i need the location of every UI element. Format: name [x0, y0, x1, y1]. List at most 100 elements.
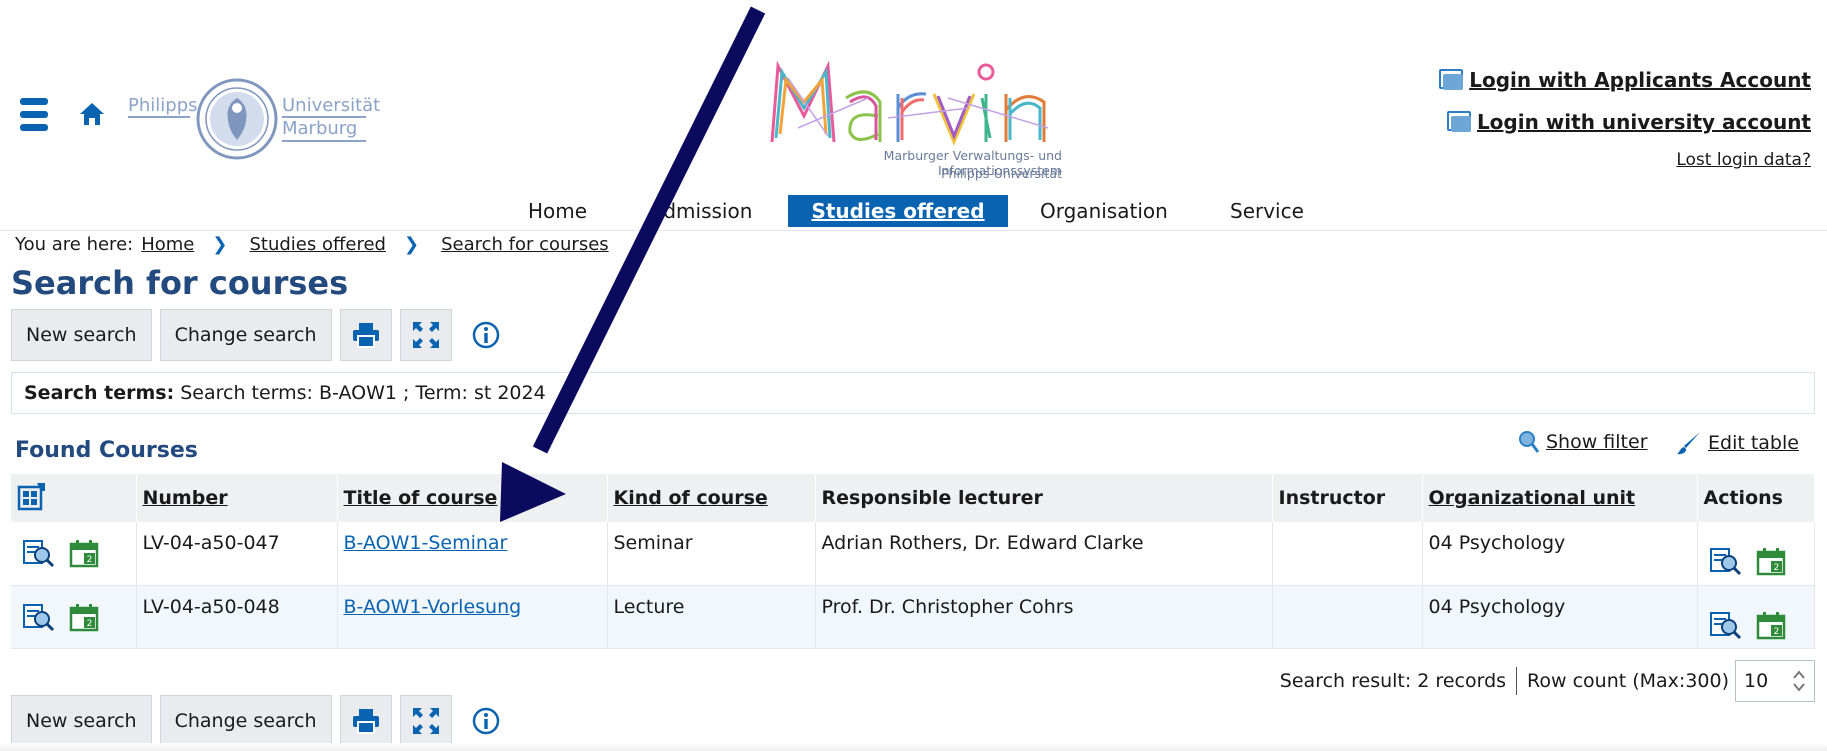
column-selector-header[interactable]	[11, 474, 137, 522]
logo-line	[128, 116, 190, 118]
marvin-logo[interactable]	[768, 58, 1064, 148]
column-settings-icon	[17, 482, 45, 510]
page-title: Search for courses	[11, 264, 349, 302]
breadcrumb-home[interactable]: Home	[141, 234, 194, 255]
new-search-button[interactable]: New search	[11, 309, 152, 361]
nav-service[interactable]: Service	[1216, 195, 1318, 227]
printer-icon	[352, 709, 379, 734]
marvin-subtitle-university: Philipps-Universität	[941, 166, 1062, 181]
cell-number: LV-04-a50-047	[136, 522, 338, 586]
print-button[interactable]	[339, 309, 392, 361]
menu-icon[interactable]	[20, 98, 48, 132]
svg-text:2: 2	[1773, 563, 1779, 573]
search-terms-label: Search terms:	[24, 382, 175, 404]
cell-unit: 04 Psychology	[1422, 522, 1698, 586]
login-university-label: Login with university account	[1476, 110, 1811, 134]
row-count-stepper[interactable]: 10	[1735, 660, 1815, 702]
view-details-icon[interactable]	[23, 602, 55, 632]
cell-number: LV-04-a50-048	[136, 585, 338, 649]
magnifier-icon	[1519, 431, 1540, 453]
cell-instructor	[1272, 522, 1423, 586]
university-name-right-bottom: Marburg	[282, 118, 358, 139]
info-icon	[472, 321, 499, 349]
new-search-button[interactable]: New search	[11, 695, 152, 747]
view-details-icon[interactable]	[1709, 610, 1742, 640]
search-result-count: Search result: 2 records	[1279, 670, 1507, 692]
home-icon[interactable]	[78, 100, 106, 128]
cell-instructor	[1272, 585, 1423, 649]
column-title[interactable]: Title of course	[337, 474, 608, 522]
chevron-right-icon: ❯	[403, 234, 420, 255]
toolbar-top: New search Change search	[11, 309, 512, 361]
column-kind[interactable]: Kind of course	[607, 474, 816, 522]
divider	[1516, 667, 1518, 695]
svg-text:2: 2	[87, 555, 93, 565]
table-row: 2 LV-04-a50-048 B-AOW1-Vorlesung Lecture…	[11, 585, 1815, 649]
column-instructor: Instructor	[1272, 474, 1423, 522]
info-icon	[472, 707, 499, 735]
printer-icon	[352, 323, 379, 348]
column-responsible-lecturer: Responsible lecturer	[815, 474, 1273, 522]
calendar-icon[interactable]: 2	[1756, 610, 1786, 640]
view-details-icon[interactable]	[23, 538, 55, 568]
expand-icon	[412, 708, 439, 734]
login-university-link[interactable]: Login with university account	[1446, 110, 1811, 134]
monitor-icon	[1446, 111, 1471, 133]
calendar-icon[interactable]: 2	[69, 602, 99, 632]
toolbar-bottom: New search Change search	[11, 695, 512, 747]
breadcrumb-studies-offered[interactable]: Studies offered	[249, 234, 386, 255]
cell-kind: Lecture	[607, 585, 816, 649]
info-button[interactable]	[460, 309, 512, 361]
brush-icon	[1677, 432, 1700, 455]
search-terms-value: Search terms: B-AOW1 ; Term: st 2024	[180, 382, 546, 404]
chevron-right-icon: ❯	[212, 234, 228, 255]
expand-icon	[412, 322, 439, 348]
logo-line	[282, 140, 366, 142]
course-title-link[interactable]: B-AOW1-Vorlesung	[344, 596, 522, 618]
row-count-value: 10	[1744, 670, 1769, 692]
fullscreen-button[interactable]	[399, 695, 452, 747]
lost-login-link[interactable]: Lost login data?	[1676, 150, 1811, 170]
column-number[interactable]: Number	[136, 474, 338, 522]
fullscreen-button[interactable]	[399, 309, 452, 361]
print-button[interactable]	[339, 695, 392, 747]
row-count-label: Row count (Max:300)	[1527, 670, 1729, 692]
login-applicants-label: Login with Applicants Account	[1469, 68, 1811, 92]
info-button[interactable]	[460, 695, 512, 747]
view-details-icon[interactable]	[1709, 546, 1742, 576]
stepper-arrows-icon[interactable]	[1792, 668, 1806, 694]
cell-kind: Seminar	[607, 522, 816, 586]
nav-admission[interactable]: Admission	[636, 195, 766, 227]
breadcrumb-label: You are here:	[15, 234, 134, 255]
main-navigation: Home Admission Studies offered Organisat…	[0, 195, 1827, 231]
nav-home[interactable]: Home	[514, 195, 601, 227]
breadcrumb: You are here: Home ❯ Studies offered ❯ S…	[15, 234, 609, 255]
nav-studies-offered[interactable]: Studies offered	[788, 195, 1008, 227]
university-seal-icon	[196, 78, 278, 160]
nav-organisation[interactable]: Organisation	[1026, 195, 1182, 227]
cell-lecturer: Prof. Dr. Christopher Cohrs	[815, 585, 1273, 649]
cell-lecturer: Adrian Rothers, Dr. Edward Clarke	[815, 522, 1273, 586]
course-title-link[interactable]: B-AOW1-Seminar	[344, 532, 508, 554]
column-organizational-unit[interactable]: Organizational unit	[1422, 474, 1698, 522]
show-filter-label: Show filter	[1546, 431, 1648, 453]
found-courses-title: Found Courses	[15, 438, 198, 463]
login-applicants-link[interactable]: Login with Applicants Account	[1439, 68, 1811, 92]
change-search-button[interactable]: Change search	[159, 695, 332, 747]
svg-text:2: 2	[1773, 627, 1779, 637]
search-terms-box: Search terms: Search terms: B-AOW1 ; Ter…	[11, 372, 1815, 414]
edit-table-link[interactable]: Edit table	[1676, 430, 1799, 456]
column-actions: Actions	[1697, 474, 1815, 522]
show-filter-link[interactable]: Show filter	[1518, 430, 1648, 454]
table-row: 2 LV-04-a50-047 B-AOW1-Seminar Seminar A…	[11, 522, 1815, 586]
courses-table: Number Title of course Kind of course Re…	[11, 474, 1815, 649]
monitor-icon	[1439, 69, 1464, 91]
result-summary: Search result: 2 records Row count (Max:…	[1280, 660, 1815, 702]
edit-table-label: Edit table	[1708, 432, 1799, 454]
calendar-icon[interactable]: 2	[69, 538, 99, 568]
change-search-button[interactable]: Change search	[159, 309, 332, 361]
calendar-icon[interactable]: 2	[1756, 546, 1786, 576]
svg-text:2: 2	[87, 619, 93, 629]
breadcrumb-search-for-courses[interactable]: Search for courses	[441, 234, 609, 255]
page-bottom-shadow	[0, 743, 1827, 751]
